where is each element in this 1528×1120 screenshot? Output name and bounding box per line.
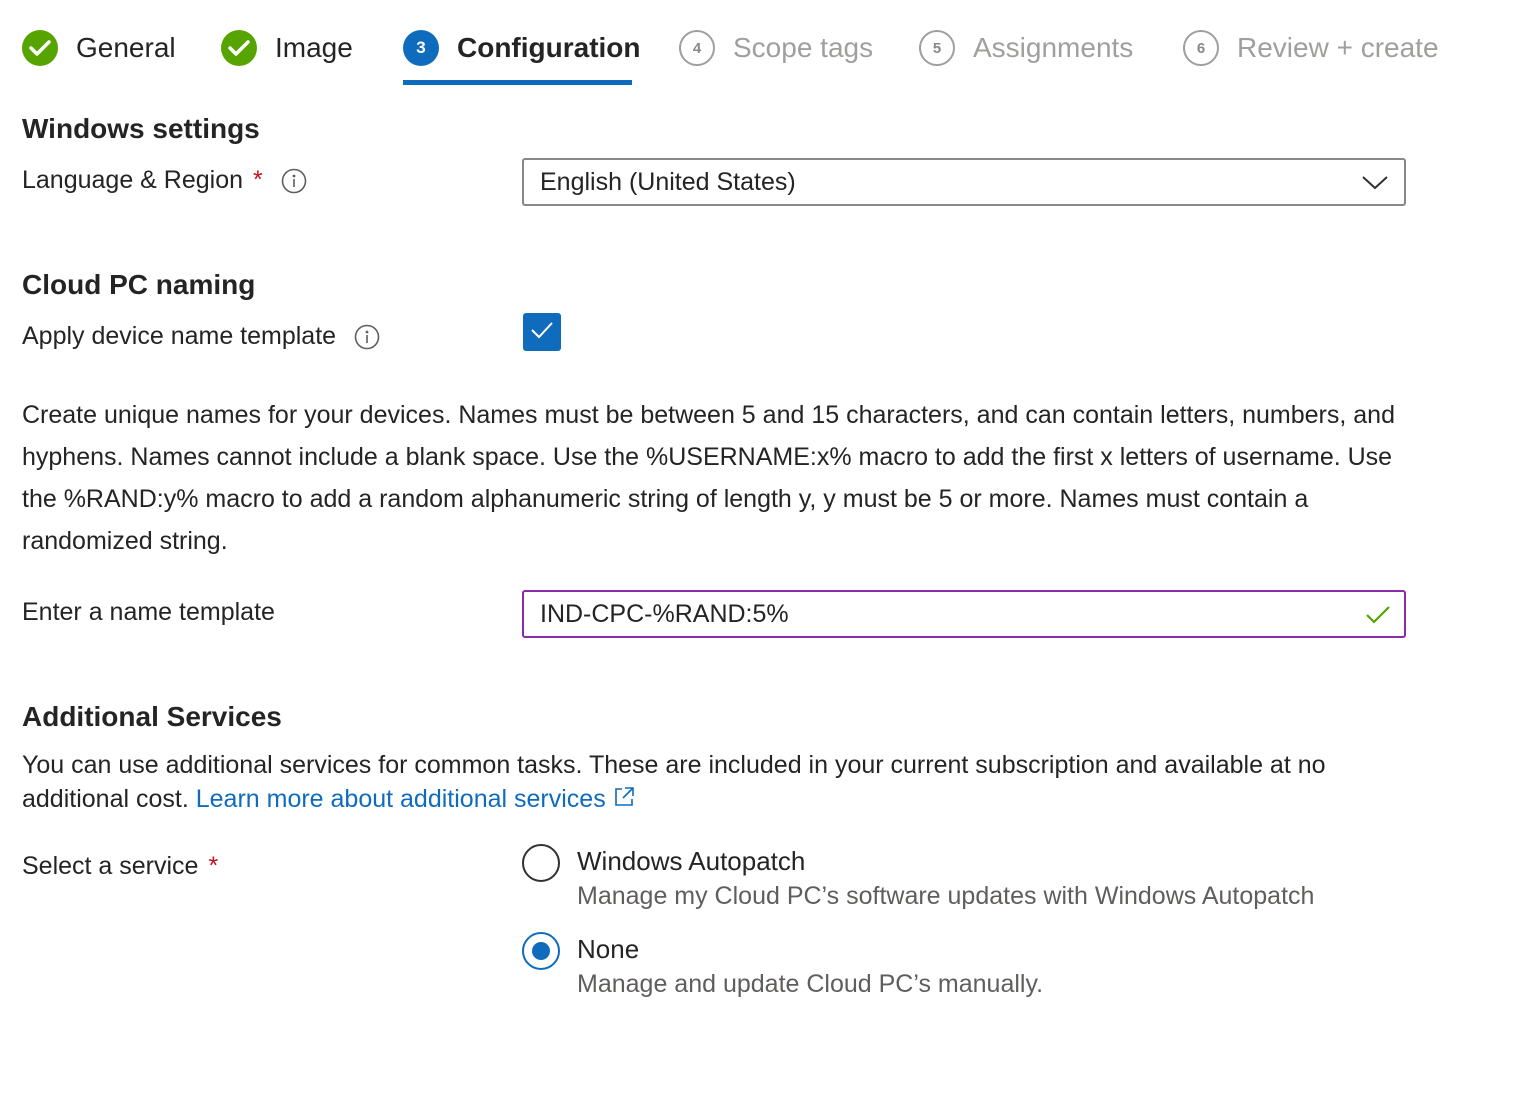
radio-subtitle: Manage and update Cloud PC’s manually.: [577, 970, 1044, 998]
label-text: Select a service: [22, 852, 199, 880]
step-label: Configuration: [457, 32, 641, 63]
language-region-dropdown[interactable]: English (United States): [522, 158, 1406, 206]
radio-button[interactable]: [522, 932, 560, 970]
info-icon[interactable]: [354, 324, 380, 350]
cloud-pc-naming-heading: Cloud PC naming: [22, 269, 256, 300]
naming-description: Create unique names for your devices. Na…: [22, 401, 1395, 555]
wizard-steps: General Image 3 Configuration 4 Scope ta…: [0, 0, 1528, 90]
step-scope-tags[interactable]: 4 Scope tags: [679, 30, 873, 86]
step-label: General: [76, 32, 176, 63]
step-review-create[interactable]: 6 Review + create: [1183, 30, 1439, 86]
learn-more-link[interactable]: Learn more about additional services: [196, 785, 636, 813]
additional-services-heading: Additional Services: [22, 701, 282, 732]
label-text: Apply device name template: [22, 322, 337, 350]
checkmark-icon: [221, 30, 257, 66]
checkmark-icon: [1364, 603, 1392, 627]
apply-template-label: Apply device name template: [22, 322, 380, 351]
step-configuration[interactable]: 3 Configuration: [403, 30, 641, 86]
label-text: Language & Region: [22, 166, 244, 194]
step-number: 5: [919, 30, 955, 66]
label-text: Enter a name template: [22, 598, 275, 626]
checkmark-icon: [22, 30, 58, 66]
additional-services-description: You can use additional services for comm…: [22, 748, 1412, 816]
dropdown-value: English (United States): [540, 167, 796, 196]
radio-title: Windows Autopatch: [577, 846, 806, 876]
step-general[interactable]: General: [22, 30, 176, 86]
step-assignments[interactable]: 5 Assignments: [919, 30, 1133, 86]
step-image[interactable]: Image: [221, 30, 353, 86]
radio-none[interactable]: None Manage and update Cloud PC’s manual…: [522, 932, 1422, 1012]
active-step-underline: [403, 80, 632, 85]
checkmark-icon: [529, 320, 555, 345]
step-number: 4: [679, 30, 715, 66]
radio-title: None: [577, 934, 640, 964]
radio-selected-dot: [532, 942, 550, 960]
name-template-input[interactable]: IND-CPC-%RAND:5%: [522, 590, 1406, 638]
radio-button[interactable]: [522, 844, 560, 882]
radio-windows-autopatch[interactable]: Windows Autopatch Manage my Cloud PC’s s…: [522, 844, 1422, 924]
apply-template-checkbox[interactable]: [523, 313, 561, 351]
required-indicator: *: [253, 166, 263, 194]
windows-settings-heading: Windows settings: [22, 113, 260, 144]
language-region-label: Language & Region *: [22, 166, 307, 195]
required-indicator: *: [208, 852, 219, 880]
link-text: Learn more about additional services: [195, 785, 606, 813]
step-label: Review + create: [1237, 32, 1439, 63]
step-number: 6: [1183, 30, 1219, 66]
input-value: IND-CPC-%RAND:5%: [540, 599, 789, 628]
step-label: Scope tags: [733, 32, 874, 63]
info-icon[interactable]: [281, 168, 307, 194]
name-template-label: Enter a name template: [22, 598, 275, 627]
step-label: Assignments: [973, 32, 1134, 63]
step-number: 3: [403, 30, 439, 66]
step-label: Image: [275, 32, 353, 63]
chevron-down-icon: [1360, 170, 1390, 194]
radio-subtitle: Manage my Cloud PC’s software updates wi…: [577, 882, 1315, 910]
select-service-label: Select a service *: [22, 852, 218, 881]
external-link-icon: [612, 784, 636, 808]
